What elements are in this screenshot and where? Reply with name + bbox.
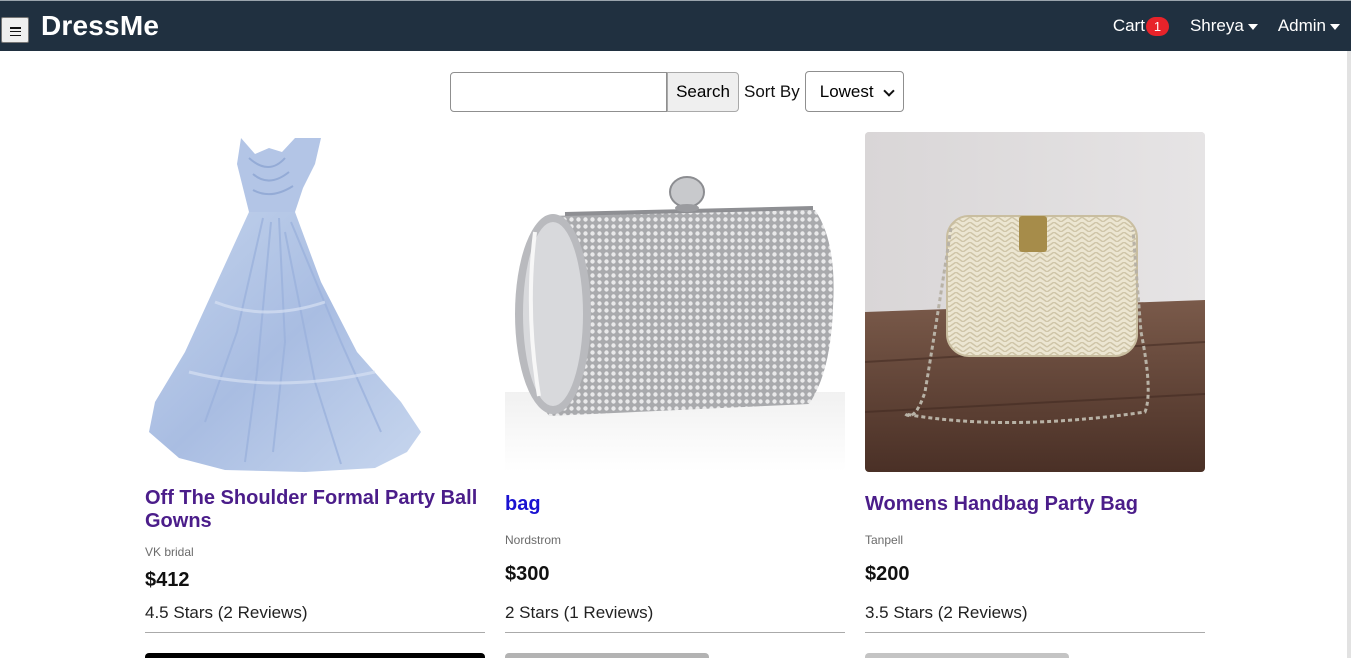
cart-link[interactable]: Cart 1 <box>1113 16 1169 36</box>
cart-count-badge: 1 <box>1145 16 1169 36</box>
product-title[interactable]: Womens Handbag Party Bag <box>865 493 1205 516</box>
sort-label: Sort By <box>744 81 800 101</box>
product-price: $412 <box>145 569 190 591</box>
caret-down-icon <box>1247 23 1258 30</box>
search-input[interactable] <box>450 71 667 112</box>
hamburger-icon <box>9 27 21 36</box>
product-brand: VK bridal <box>145 545 194 559</box>
chevron-down-icon <box>883 85 895 97</box>
next-product-image[interactable] <box>145 653 485 658</box>
product-price: $200 <box>865 563 910 585</box>
product-card: bag Nordstrom $300 2 Stars (1 Reviews) <box>505 132 845 633</box>
caret-down-icon <box>1330 23 1340 30</box>
brand-logo[interactable]: DressMe <box>41 10 159 42</box>
card-divider <box>505 632 845 633</box>
card-divider <box>865 632 1205 633</box>
cart-label: Cart <box>1112 16 1145 35</box>
top-navbar: DressMe Cart 1 Shreya Admin <box>0 0 1351 51</box>
search-button[interactable]: Search <box>667 71 739 112</box>
product-title[interactable]: bag <box>505 493 845 516</box>
user-menu-label: Shreya <box>1189 16 1244 35</box>
next-product-image[interactable] <box>505 653 709 658</box>
product-rating: 3.5 Stars (2 Reviews) <box>865 603 1028 622</box>
product-image[interactable] <box>145 132 485 472</box>
sort-selected-value: Lowest <box>819 81 874 101</box>
product-image[interactable] <box>505 132 845 472</box>
woven-handbag-image <box>865 132 1205 472</box>
admin-menu-label: Admin <box>1277 16 1326 35</box>
product-card: Off The Shoulder Formal Party Ball Gowns… <box>145 132 485 633</box>
crystal-clutch-image <box>505 176 845 472</box>
nav-right: Cart 1 Shreya Admin <box>1113 16 1340 36</box>
product-image[interactable] <box>865 132 1205 472</box>
product-rating: 2 Stars (1 Reviews) <box>505 603 654 622</box>
menu-button[interactable] <box>1 17 29 43</box>
product-card: Womens Handbag Party Bag Tanpell $200 3.… <box>865 132 1205 633</box>
page-scrollbar[interactable] <box>1347 51 1351 658</box>
ball-gown-image <box>149 138 421 472</box>
product-rating: 4.5 Stars (2 Reviews) <box>145 603 308 622</box>
next-product-image[interactable] <box>865 653 1069 658</box>
product-brand: Tanpell <box>865 533 904 547</box>
search-bar: Search Sort By Lowest <box>450 71 904 112</box>
admin-menu[interactable]: Admin <box>1278 16 1340 36</box>
sort-select[interactable]: Lowest <box>804 71 904 112</box>
product-title[interactable]: Off The Shoulder Formal Party Ball Gowns <box>145 487 485 533</box>
user-menu[interactable]: Shreya <box>1190 16 1258 36</box>
card-divider <box>145 632 485 633</box>
product-price: $300 <box>505 563 550 585</box>
product-brand: Nordstrom <box>505 533 562 547</box>
